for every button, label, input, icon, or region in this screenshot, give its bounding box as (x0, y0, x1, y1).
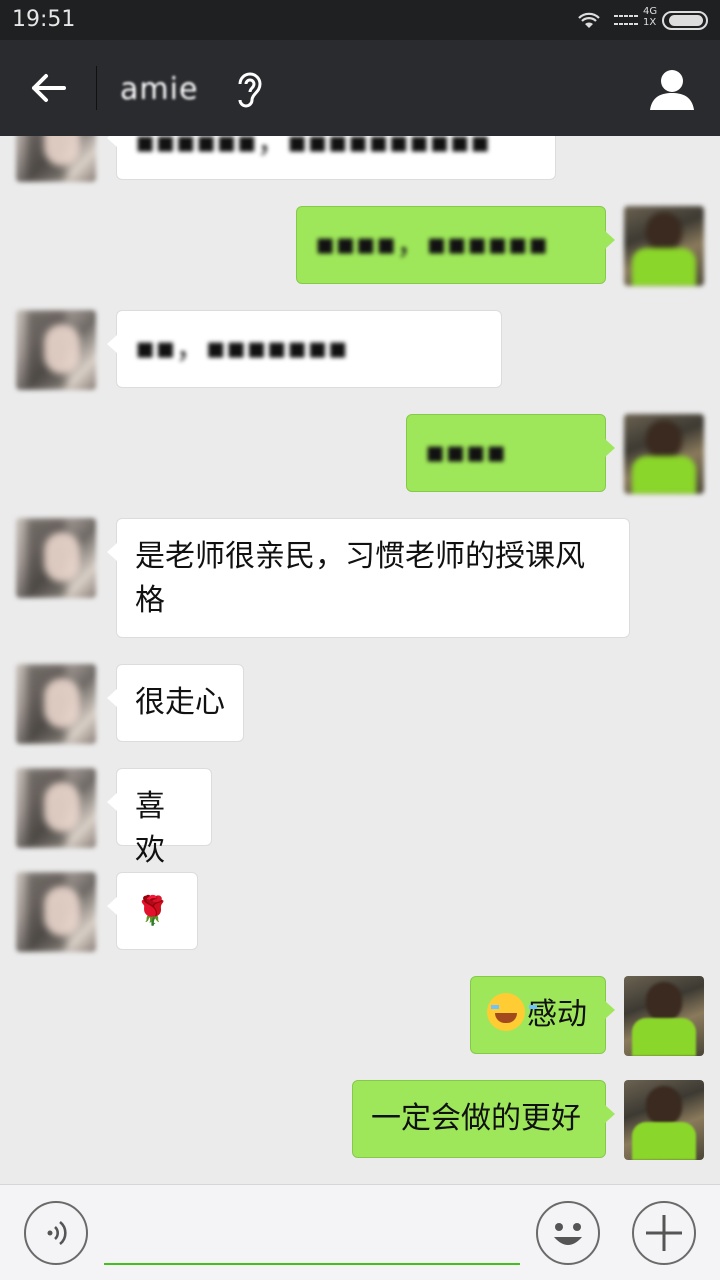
message-bubble-incoming[interactable]: 很走心 (107, 664, 244, 742)
sim-label: 1X (643, 17, 657, 28)
contact-avatar[interactable] (16, 310, 96, 390)
rose-icon: 🌹 (135, 894, 170, 927)
my-avatar[interactable] (624, 414, 704, 494)
message-bubble-outgoing[interactable]: ▪▪▪▪ (406, 414, 615, 492)
voice-icon[interactable] (24, 1201, 88, 1265)
message-bubble-incoming[interactable]: ▪▪，▪▪▪▪▪▪▪ (107, 310, 502, 388)
contact-name: amie (120, 72, 199, 107)
battery-icon (662, 11, 708, 30)
network-type: 4G (643, 6, 658, 17)
input-bar (0, 1184, 720, 1280)
message-bubble-incoming[interactable]: 喜欢 (107, 768, 212, 868)
message-text: ▪▪▪▪▪▪，▪▪▪▪▪▪▪▪▪▪ (135, 136, 491, 160)
message-text: 感动 (527, 997, 587, 1032)
message-text: 喜欢 (135, 789, 165, 868)
message-bubble-incoming[interactable]: ▪▪▪▪▪▪，▪▪▪▪▪▪▪▪▪▪ (107, 136, 556, 180)
message-list[interactable]: ▪▪▪▪▪▪，▪▪▪▪▪▪▪▪▪▪ ▪▪▪▪，▪▪▪▪▪▪ ▪▪，▪▪▪▪▪▪▪… (0, 136, 720, 1184)
contact-avatar[interactable] (16, 136, 96, 182)
network-label: 4G 1X (643, 6, 657, 28)
my-avatar[interactable] (624, 1080, 704, 1160)
contact-avatar[interactable] (16, 664, 96, 744)
message-bubble-incoming[interactable]: 是老师很亲民，习惯老师的授课风格 (107, 518, 630, 638)
status-time: 19:51 (12, 7, 76, 32)
my-avatar[interactable] (624, 206, 704, 286)
contact-avatar[interactable] (16, 768, 96, 848)
status-bar: 19:51 4G 1X (0, 0, 720, 40)
message-text: 很走心 (135, 685, 225, 720)
message-bubble-outgoing[interactable]: 感动 (470, 976, 615, 1054)
plus-icon[interactable] (632, 1201, 696, 1265)
message-text: ▪▪▪▪ (425, 435, 507, 470)
message-text: 一定会做的更好 (371, 1101, 581, 1136)
message-text: 是老师很亲民，习惯老师的授课风格 (135, 539, 585, 618)
contact-avatar[interactable] (16, 518, 96, 598)
my-avatar[interactable] (624, 976, 704, 1056)
back-arrow-icon[interactable] (24, 64, 72, 112)
chat-header: amie (0, 40, 720, 136)
smiley-icon[interactable] (536, 1201, 600, 1265)
signal-icon (614, 12, 640, 34)
message-bubble-outgoing[interactable]: ▪▪▪▪，▪▪▪▪▪▪ (296, 206, 615, 284)
message-bubble-incoming[interactable]: 🌹 (107, 872, 198, 950)
message-input[interactable] (104, 1205, 520, 1265)
wifi-icon (576, 10, 602, 34)
earpiece-icon (232, 68, 268, 116)
header-divider (96, 66, 97, 110)
laughing-tears-icon (487, 993, 537, 1031)
message-text: ▪▪▪▪，▪▪▪▪▪▪ (315, 227, 549, 262)
message-bubble-outgoing[interactable]: 一定会做的更好 (352, 1080, 615, 1158)
contact-avatar[interactable] (16, 872, 96, 952)
message-text: ▪▪，▪▪▪▪▪▪▪ (135, 331, 348, 366)
person-icon[interactable] (648, 66, 696, 114)
